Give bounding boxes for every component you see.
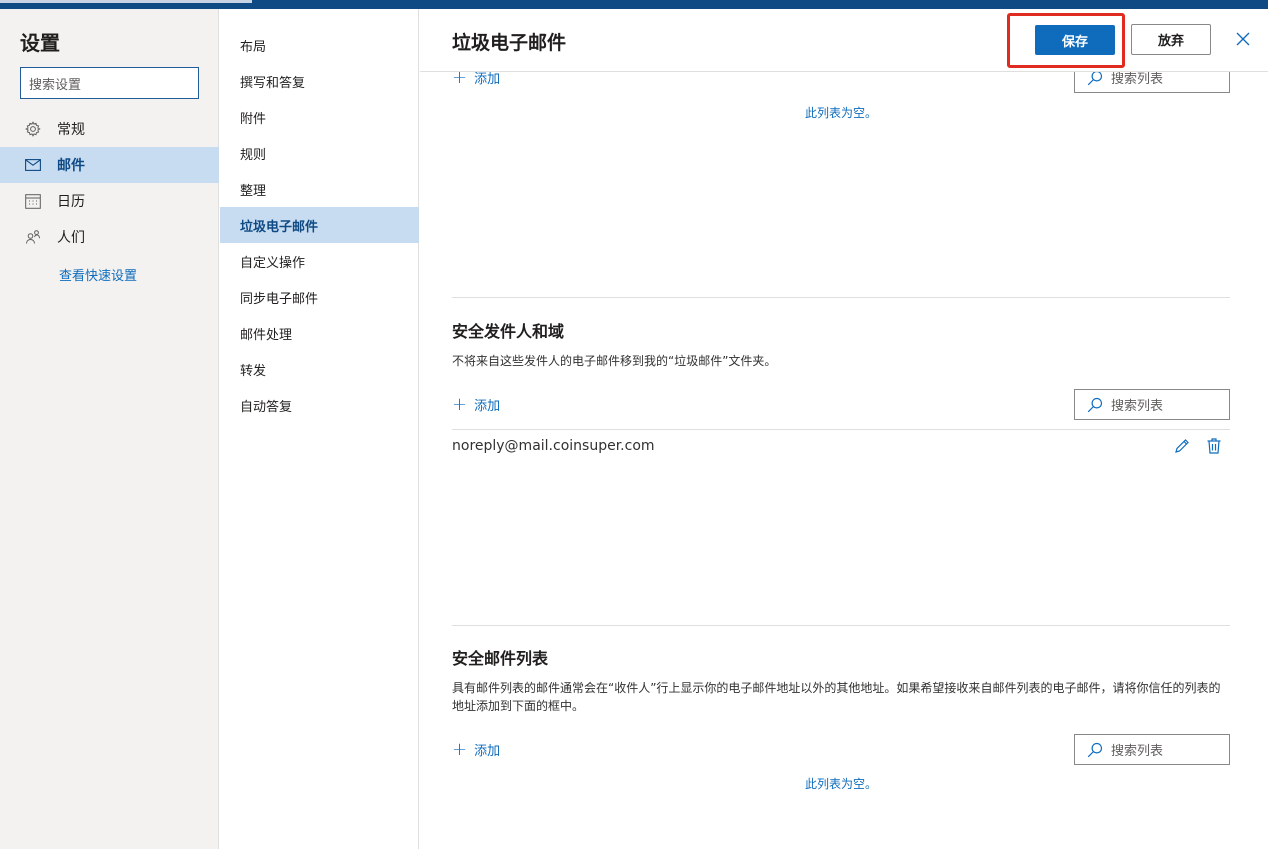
- menu-item-message-handling[interactable]: 邮件处理: [220, 315, 419, 351]
- section-divider: [452, 297, 1230, 298]
- menu-item-rules[interactable]: 规则: [220, 135, 419, 171]
- junk-email-panel: + 添加 搜索列表 此列表为空。 垃圾电子邮件 保存 放弃 安全发件人和域 不将…: [420, 9, 1268, 849]
- nav-item-people[interactable]: 人们: [0, 219, 219, 255]
- menu-item-forwarding[interactable]: 转发: [220, 351, 419, 387]
- nav-item-calendar[interactable]: 日历: [0, 183, 219, 219]
- nav-item-label: 常规: [57, 122, 85, 138]
- close-icon[interactable]: [1233, 29, 1253, 49]
- menu-item-junk-email[interactable]: 垃圾电子邮件: [220, 207, 419, 243]
- discard-button[interactable]: 放弃: [1131, 24, 1211, 55]
- gear-icon: [24, 120, 42, 138]
- entry-actions: [1172, 436, 1224, 456]
- delete-icon[interactable]: [1204, 436, 1224, 456]
- list-item: noreply@mail.coinsuper.com: [452, 429, 1230, 463]
- safe-lists-search-input[interactable]: 搜索列表: [1074, 734, 1230, 765]
- menu-item-custom-actions[interactable]: 自定义操作: [220, 243, 419, 279]
- top-bar-accent: [0, 0, 252, 3]
- add-label: 添加: [474, 399, 501, 414]
- safe-senders-add-button[interactable]: + 添加: [452, 395, 500, 414]
- edit-icon[interactable]: [1172, 436, 1192, 456]
- safe-lists-description: 具有邮件列表的邮件通常会在“收件人”行上显示你的电子邮件地址以外的其他地址。如果…: [452, 681, 1221, 713]
- nav-item-label: 邮件: [57, 158, 85, 174]
- menu-item-sweep[interactable]: 整理: [220, 171, 419, 207]
- top-bar: [0, 0, 1268, 9]
- nav-item-mail[interactable]: 邮件: [0, 147, 219, 183]
- plus-icon: +: [452, 738, 468, 760]
- section-divider: [452, 625, 1230, 626]
- safe-sender-address: noreply@mail.coinsuper.com: [452, 437, 655, 454]
- mail-icon: [24, 156, 42, 174]
- save-button[interactable]: 保存: [1035, 25, 1115, 55]
- mail-settings-menu: 布局 撰写和答复 附件 规则 整理 垃圾电子邮件 自定义操作 同步电子邮件 邮件…: [220, 9, 419, 849]
- settings-sidebar: 设置 搜索设置 常规 邮件 日历 人们 查看快速设置: [0, 9, 219, 849]
- calendar-icon: [24, 192, 42, 210]
- safe-lists-title: 安全邮件列表: [452, 649, 549, 668]
- menu-item-attachments[interactable]: 附件: [220, 99, 419, 135]
- safe-senders-title: 安全发件人和域: [452, 322, 565, 341]
- menu-item-compose-reply[interactable]: 撰写和答复: [220, 63, 419, 99]
- safe-senders-search-input[interactable]: 搜索列表: [1074, 389, 1230, 420]
- nav-item-label: 人们: [57, 230, 85, 246]
- header-divider: [420, 71, 1268, 72]
- menu-item-layout[interactable]: 布局: [220, 27, 419, 63]
- search-label: 搜索列表: [1111, 744, 1164, 759]
- search-icon: [1087, 397, 1103, 413]
- search-label: 搜索列表: [1111, 399, 1164, 414]
- page-title: 垃圾电子邮件: [452, 32, 567, 54]
- view-quick-settings-link[interactable]: 查看快速设置: [59, 265, 137, 284]
- safe-lists-empty-text: 此列表为空。: [804, 777, 877, 791]
- settings-search-input[interactable]: 搜索设置: [20, 67, 199, 99]
- search-icon: [1087, 742, 1103, 758]
- plus-icon: +: [452, 393, 468, 415]
- safe-senders-description: 不将来自这些发件人的电子邮件移到我的“垃圾邮件”文件夹。: [452, 354, 777, 368]
- people-icon: [24, 228, 42, 246]
- settings-title: 设置: [20, 31, 60, 55]
- nav-item-general[interactable]: 常规: [0, 111, 219, 147]
- add-label: 添加: [474, 744, 501, 759]
- blocked-empty-text: 此列表为空。: [804, 106, 877, 120]
- menu-item-sync-email[interactable]: 同步电子邮件: [220, 279, 419, 315]
- safe-lists-add-button[interactable]: + 添加: [452, 740, 500, 759]
- nav-item-label: 日历: [57, 194, 85, 210]
- menu-item-automatic-replies[interactable]: 自动答复: [220, 387, 419, 423]
